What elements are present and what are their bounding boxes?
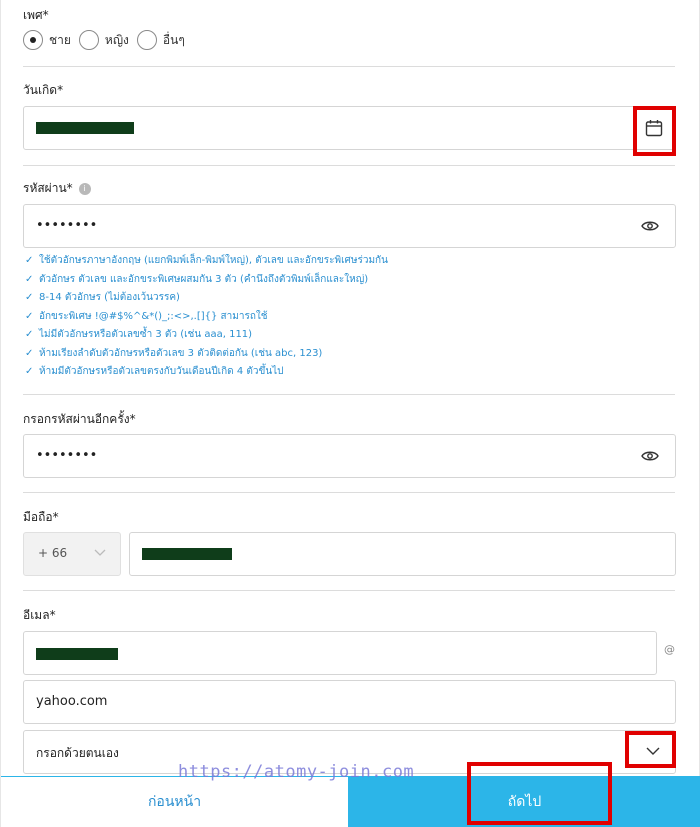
gender-option-label: อื่นๆ: [162, 32, 185, 47]
password-confirm-label: กรอกรหัสผ่านอีกครั้ง*: [23, 412, 136, 426]
redacted-value: [36, 122, 134, 134]
email-domain-input[interactable]: yahoo.com: [23, 680, 676, 724]
rule-text: ห้ามเรียงลำดับตัวอักษรหรือตัวเลข 3 ตัวติ…: [39, 347, 323, 359]
divider: [23, 492, 675, 493]
password-label-row: รหัสผ่าน* i: [23, 179, 91, 198]
password-rule: ✓ ไม่มีตัวอักษรหรือตัวเลขซ้ำ 3 ตัว (เช่น …: [25, 326, 388, 345]
rule-text: 8-14 ตัวอักษร (ไม่ต้องเว้นวรรค): [39, 292, 180, 303]
check-icon: ✓: [25, 273, 34, 285]
rule-text: ตัวอักษร ตัวเลข และอักขระพิเศษผสมกัน 3 ต…: [39, 273, 369, 285]
check-icon: ✓: [25, 366, 34, 377]
password-rule: ✓ ห้ามมีตัวอักษรหรือตัวเลขตรงกับวันเดือนป…: [25, 363, 388, 382]
email-label: อีเมล*: [23, 608, 56, 622]
password-confirm-value: ••••••••: [36, 448, 98, 463]
rule-text: ไม่มีตัวอักษรหรือตัวเลขซ้ำ 3 ตัว (เช่น a…: [39, 329, 253, 340]
password-input[interactable]: ••••••••: [23, 204, 676, 248]
password-value: ••••••••: [36, 218, 98, 233]
redacted-value: [36, 648, 118, 660]
highlight-box-next: [467, 762, 612, 825]
password-label: รหัสผ่าน*: [23, 181, 73, 195]
highlight-box-calendar: [633, 106, 676, 156]
chevron-down-icon: [94, 549, 106, 556]
birthday-input[interactable]: [23, 106, 676, 150]
password-rule: ✓ ตัวอักษร ตัวเลข และอักขระพิเศษผสมกัน 3 …: [25, 271, 388, 290]
watermark-text: https://atomy-join.com: [178, 762, 415, 782]
password-confirm-input[interactable]: ••••••••: [23, 434, 676, 478]
radio-unchecked-icon[interactable]: [136, 30, 157, 50]
divider: [23, 165, 675, 166]
gender-option-male[interactable]: ชาย: [23, 30, 71, 50]
check-icon: ✓: [25, 255, 34, 266]
radio-unchecked-icon[interactable]: [78, 30, 99, 50]
eye-icon[interactable]: [641, 220, 659, 232]
rule-text: ห้ามมีตัวอักษรหรือตัวเลขตรงกับวันเดือนปี…: [39, 366, 284, 377]
at-symbol: @: [664, 643, 675, 656]
prev-button[interactable]: ก่อนหน้า: [1, 776, 348, 827]
highlight-box-domain-dropdown: [625, 731, 676, 768]
divider: [23, 590, 675, 591]
mobile-input[interactable]: [129, 532, 676, 576]
eye-icon[interactable]: [641, 450, 659, 462]
gender-label: เพศ*: [23, 8, 49, 22]
check-icon: ✓: [25, 329, 34, 340]
email-domain-value: yahoo.com: [36, 694, 108, 709]
gender-option-other[interactable]: อื่นๆ: [136, 30, 185, 50]
rule-text: ใช้ตัวอักษรภาษาอังกฤษ (แยกพิมพ์เล็ก-พิมพ…: [39, 255, 388, 266]
birthday-label: วันเกิด*: [23, 83, 64, 97]
gender-option-label: ชาย: [49, 32, 71, 47]
gender-option-label: หญิง: [104, 32, 129, 47]
gender-radio-group: ชาย หญิง อื่นๆ: [23, 30, 193, 50]
password-rule: ✓ ห้ามเรียงลำดับตัวอักษรหรือตัวเลข 3 ตัวต…: [25, 345, 388, 364]
radio-checked-icon[interactable]: [23, 30, 43, 50]
gender-option-female[interactable]: หญิง: [78, 30, 129, 50]
password-rules: ✓ ใช้ตัวอักษรภาษาอังกฤษ (แยกพิมพ์เล็ก-พิม…: [25, 252, 388, 382]
info-icon[interactable]: i: [78, 182, 91, 195]
country-code-select[interactable]: + 66: [23, 532, 121, 576]
email-domain-select-value: กรอกด้วยตนเอง: [36, 746, 119, 760]
divider: [23, 394, 675, 395]
divider: [23, 66, 675, 67]
password-rule: ✓ อักขระพิเศษ !@#$%^&*()_;:<>,.[]{} สามาร…: [25, 308, 388, 327]
signup-form: เพศ* ชาย หญิง อื่นๆ วันเกิด* รหัสผ่าน* i: [0, 0, 700, 827]
check-icon: ✓: [25, 292, 34, 303]
rule-text: อักขระพิเศษ !@#$%^&*()_;:<>,.[]{} สามารถ…: [39, 310, 268, 322]
mobile-label: มือถือ*: [23, 510, 59, 524]
redacted-value: [142, 548, 232, 560]
password-rule: ✓ 8-14 ตัวอักษร (ไม่ต้องเว้นวรรค): [25, 289, 388, 308]
check-icon: ✓: [25, 347, 34, 359]
password-rule: ✓ ใช้ตัวอักษรภาษาอังกฤษ (แยกพิมพ์เล็ก-พิม…: [25, 252, 388, 271]
email-local-input[interactable]: [23, 631, 657, 675]
check-icon: ✓: [25, 310, 34, 322]
country-code-value: + 66: [38, 546, 68, 560]
